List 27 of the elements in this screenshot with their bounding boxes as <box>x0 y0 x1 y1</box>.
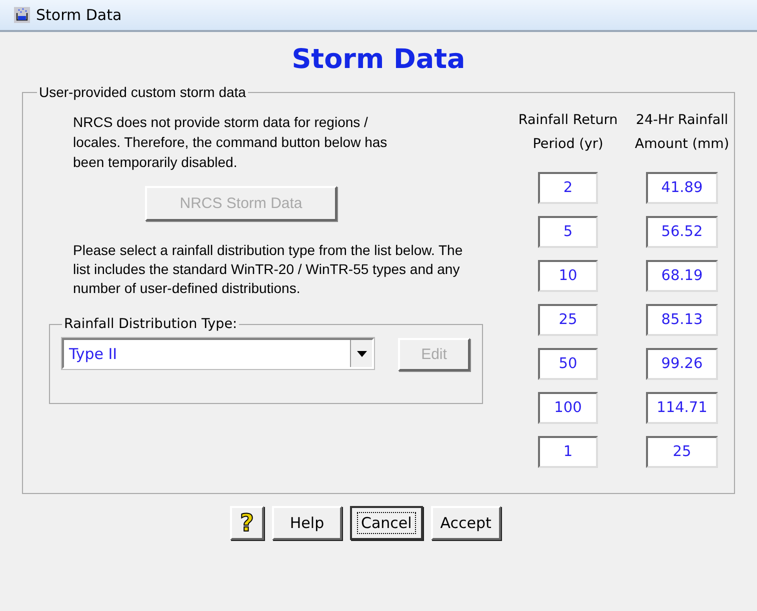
distribution-dropdown[interactable]: Type II <box>62 338 374 369</box>
column-header: 24-Hr Rainfall Amount (mm) <box>634 111 730 154</box>
rainfall-amount-field[interactable]: 99.26 <box>646 348 718 380</box>
rainfall-amount-field[interactable]: 25 <box>646 436 718 468</box>
return-period-field[interactable]: 50 <box>538 348 598 380</box>
rainfall-amount-field[interactable]: 68.19 <box>646 260 718 292</box>
rainfall-amount-field[interactable]: 41.89 <box>646 172 718 204</box>
return-period-field[interactable]: 25 <box>538 304 598 336</box>
rainfall-amount-field[interactable]: 56.52 <box>646 216 718 248</box>
return-period-field[interactable]: 10 <box>538 260 598 292</box>
group-legend: User-provided custom storm data <box>37 84 248 100</box>
distribution-legend: Rainfall Distribution Type: <box>62 316 240 332</box>
dialog-button[interactable]: Help <box>272 506 342 540</box>
return-period-field[interactable]: 5 <box>538 216 598 248</box>
return-period-field[interactable]: 1 <box>538 436 598 468</box>
bowl-icon <box>14 7 30 23</box>
instructions-text: Please select a rainfall distribution type from the list below. The list includes the standard WinTR-20 / WinTR-55 types and any number of user-defined distributions. <box>73 241 464 298</box>
rainfall-amount-field[interactable]: 114.71 <box>646 392 718 424</box>
dialog-button[interactable]: Accept <box>430 506 501 540</box>
dialog-button[interactable]: Cancel <box>350 506 423 540</box>
column-header: Rainfall Return Period (yr) <box>517 111 619 154</box>
notice-text: NRCS does not provide storm data for regions / locales. Therefore, the command button below has been temporarily disabled. <box>73 113 388 172</box>
dialog-heading: Storm Data <box>290 43 466 77</box>
return-period-field[interactable]: 2 <box>538 172 598 204</box>
rainfall-amount-field[interactable]: 85.13 <box>646 304 718 336</box>
return-period-field[interactable]: 100 <box>538 392 598 424</box>
window-title: Storm Data <box>36 6 122 24</box>
